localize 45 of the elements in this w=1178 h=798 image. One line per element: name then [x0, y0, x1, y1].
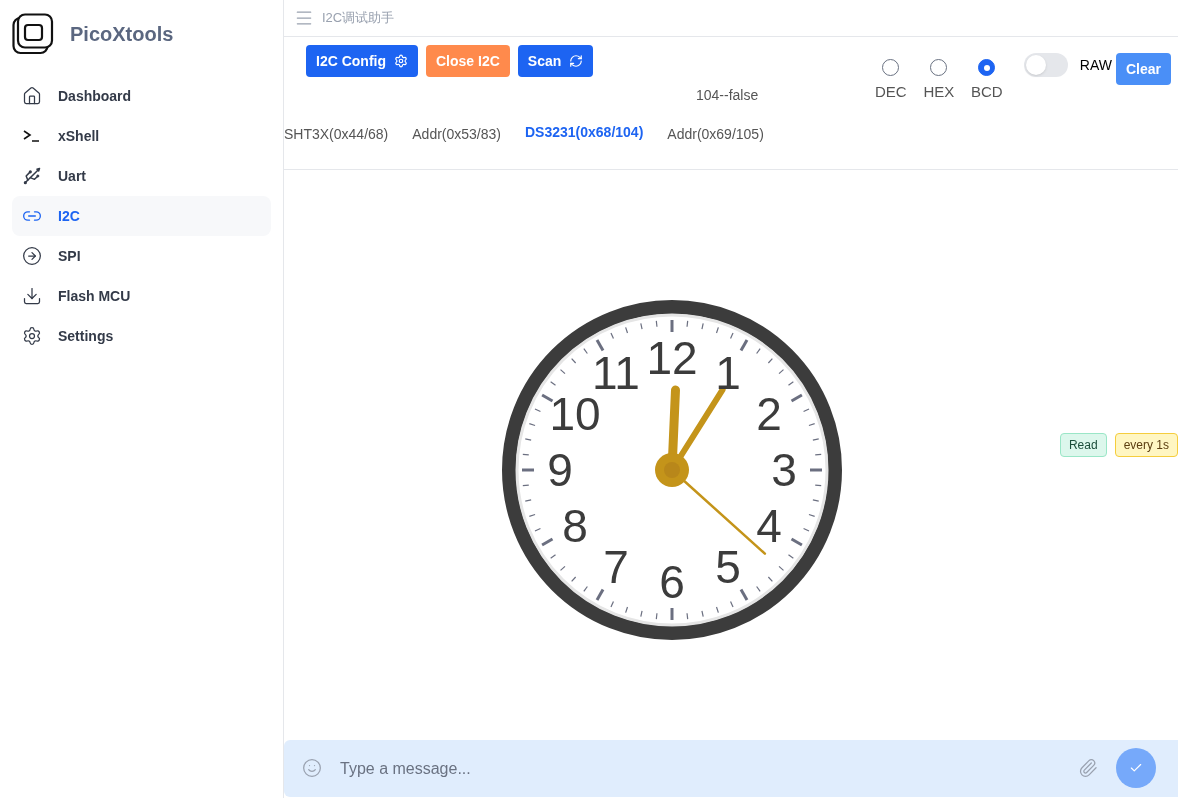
device-tab[interactable]: Addr(0x53/83): [412, 124, 501, 145]
sidebar-item[interactable]: Dashboard: [12, 76, 271, 116]
home-icon: [22, 86, 42, 106]
device-tab[interactable]: SHT3X(0x44/68): [284, 124, 389, 145]
format-radio[interactable]: HEX: [921, 59, 956, 104]
status-text: 104--false: [696, 86, 759, 105]
arrow-circle-icon: [22, 246, 42, 266]
clock-numeral: 3: [771, 447, 797, 493]
format-radio[interactable]: DEC: [873, 59, 908, 104]
format-radio[interactable]: BCD: [969, 59, 1004, 104]
clock-numeral: 5: [715, 544, 741, 590]
clock-numeral: 6: [659, 559, 685, 605]
usb-icon: [22, 166, 42, 186]
sidebar-item[interactable]: Flash MCU: [12, 276, 271, 316]
sidebar-item[interactable]: SPI: [12, 236, 271, 276]
sidebar-item[interactable]: Uart: [12, 156, 271, 196]
sidebar-item[interactable]: xShell: [12, 116, 271, 156]
clock-numeral: 8: [562, 503, 588, 549]
interval-badge: every 1s: [1114, 433, 1178, 457]
raw-label: RAW: [1079, 55, 1112, 75]
check-icon: [1129, 761, 1143, 775]
sidebar-item[interactable]: Settings: [12, 316, 271, 356]
config-button[interactable]: I2C Config: [306, 45, 418, 77]
clock-numeral: 1: [715, 350, 741, 396]
logo-icon: [12, 13, 54, 55]
clock-numeral: 4: [756, 503, 782, 549]
scan-button[interactable]: Scan: [517, 45, 594, 77]
app-name: PicoXtools: [70, 22, 174, 47]
page-title: I2C调试助手: [322, 9, 395, 28]
device-tab[interactable]: DS3231(0x68/104): [525, 122, 644, 145]
clock-numeral: 2: [756, 391, 782, 437]
download-icon: [22, 286, 42, 306]
clock-numeral: 9: [547, 447, 573, 493]
message-input[interactable]: Type a message...: [284, 740, 1178, 797]
sidebar-item[interactable]: I2C: [12, 196, 271, 236]
attach-icon[interactable]: [1078, 758, 1098, 778]
settings-icon: [22, 326, 42, 346]
device-tab[interactable]: Addr(0x69/105): [667, 124, 764, 145]
clock-numeral: 12: [646, 335, 698, 381]
clock-numeral: 7: [603, 544, 629, 590]
refresh-icon: [569, 54, 584, 68]
read-badge: Read: [1059, 433, 1107, 457]
settings-icon: [394, 54, 408, 68]
emoji-icon[interactable]: [302, 758, 322, 778]
raw-toggle[interactable]: [1023, 53, 1068, 77]
